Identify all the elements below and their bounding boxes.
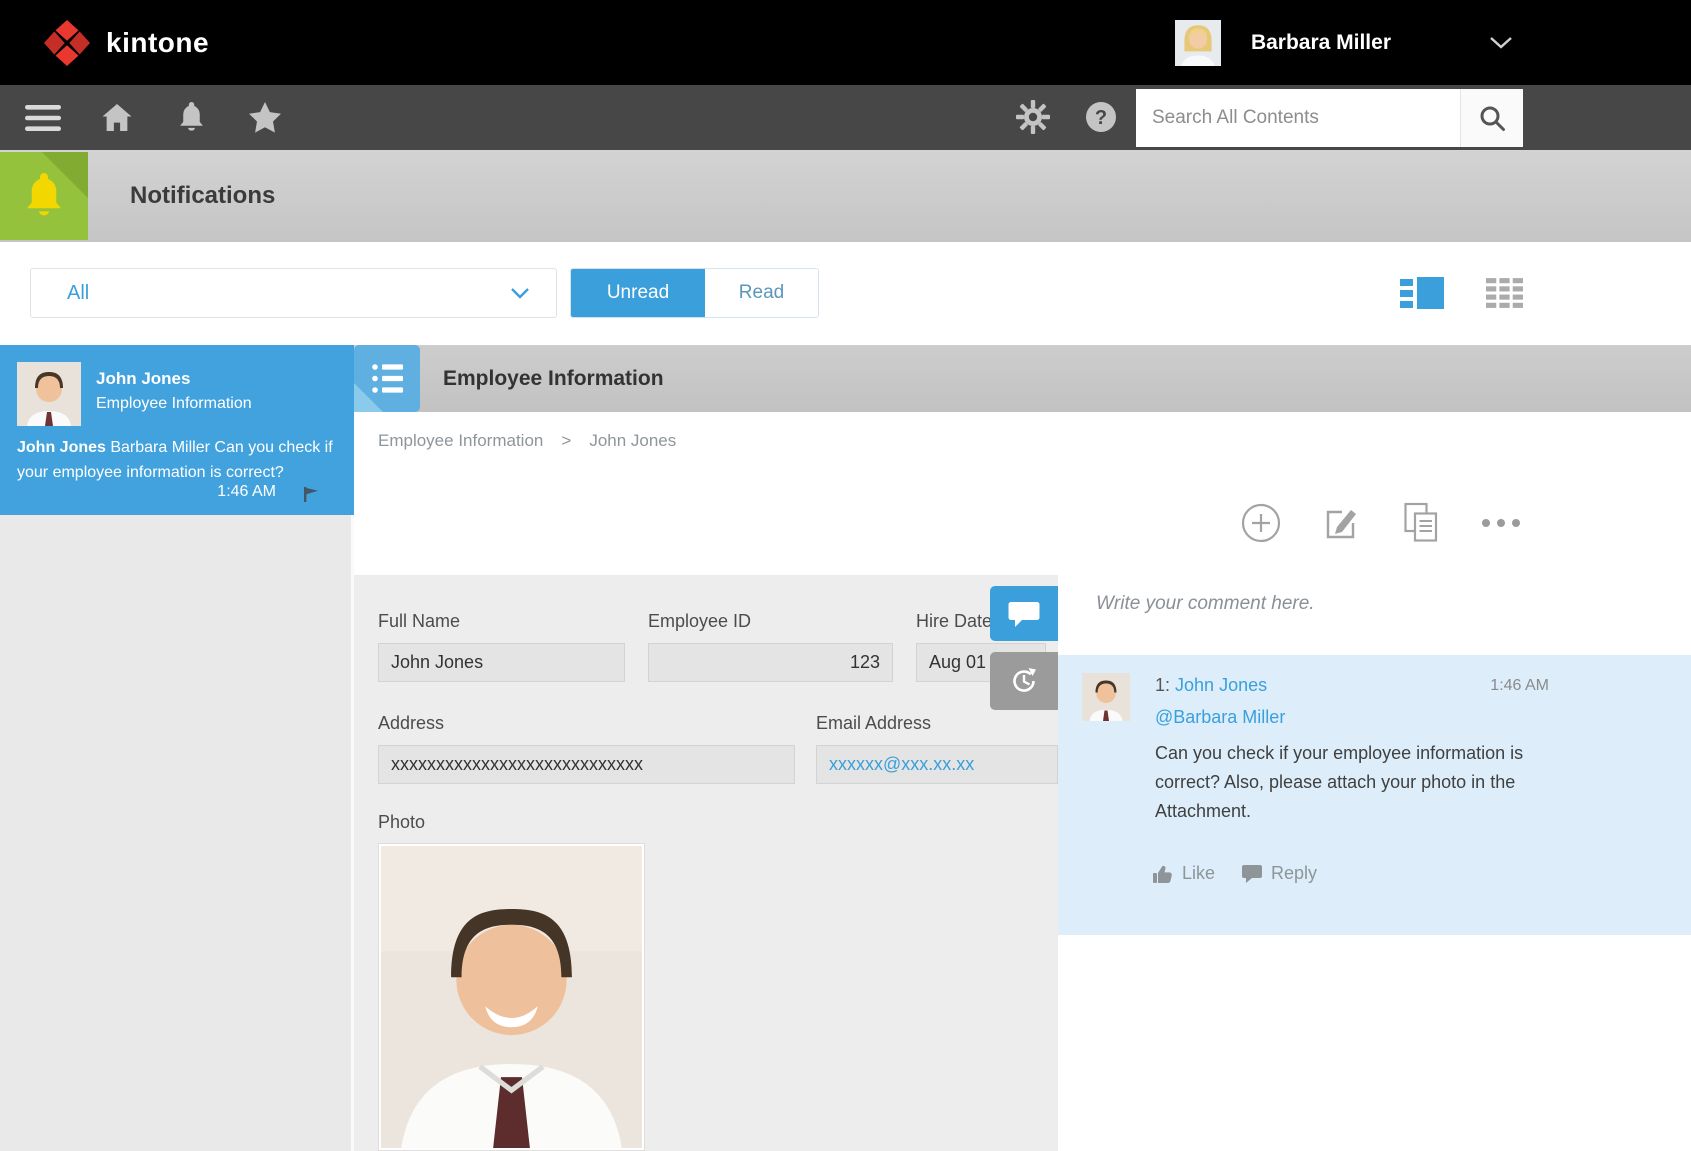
home-icon[interactable] [96, 97, 138, 139]
comments-panel: Write your comment here. 1: John [1058, 575, 1691, 1151]
flag-icon[interactable] [302, 486, 320, 503]
copy-record-icon[interactable] [1399, 501, 1443, 545]
record-form: Full Name John Jones Employee ID 123 Hir… [354, 575, 1058, 1151]
app-list-icon[interactable] [354, 345, 420, 412]
comment-input-placeholder[interactable]: Write your comment here. [1096, 593, 1315, 615]
tile-fold [42, 152, 88, 198]
record-app-bar: Employee Information [354, 345, 1691, 412]
notification-app-name: Employee Information [96, 395, 252, 413]
hire-date-label: Hire Date [916, 611, 992, 632]
record-toolbar-icons [1239, 470, 1523, 575]
breadcrumb-record: John Jones [589, 431, 676, 451]
comment-body: Can you check if your employee informati… [1155, 739, 1550, 826]
history-tab[interactable] [990, 652, 1058, 710]
history-icon [1008, 665, 1040, 697]
search-input[interactable] [1136, 89, 1460, 147]
comment-bubble-icon [1008, 600, 1040, 628]
notifications-bell-icon[interactable] [170, 97, 212, 139]
email-label: Email Address [816, 713, 931, 734]
favorites-star-icon[interactable] [244, 97, 286, 139]
employee-id-value: 123 [648, 643, 893, 682]
comment-author-avatar [1082, 673, 1130, 721]
more-options-icon[interactable] [1479, 501, 1523, 545]
email-field: xxxxxx@xxx.xx.xx [816, 745, 1058, 784]
filter-bar: All Unread Read [0, 242, 1691, 345]
photo-label: Photo [378, 812, 425, 833]
comments-tab[interactable] [990, 586, 1058, 641]
user-name: Barbara Miller [1251, 31, 1391, 55]
read-state-toggle: Unread Read [570, 268, 819, 318]
comment-item: 1: John Jones 1:46 AM @Barbara Miller Ca… [1058, 655, 1691, 935]
help-icon[interactable]: ? [1085, 101, 1117, 138]
split-view-icon[interactable] [1400, 275, 1444, 311]
comment-index: 1: [1155, 675, 1170, 695]
full-name-label: Full Name [378, 611, 460, 632]
svg-text:?: ? [1095, 107, 1107, 129]
view-toggles [1400, 268, 1523, 318]
record-body: Full Name John Jones Employee ID 123 Hir… [354, 575, 1691, 1151]
breadcrumb-app-link[interactable]: Employee Information [378, 431, 543, 451]
like-label: Like [1182, 863, 1215, 884]
address-value: xxxxxxxxxxxxxxxxxxxxxxxxxxxx [378, 745, 795, 784]
notification-preview-sender: John Jones [17, 439, 106, 456]
comment-author-link[interactable]: John Jones [1175, 675, 1267, 695]
reply-label: Reply [1271, 863, 1317, 884]
add-record-icon[interactable] [1239, 501, 1283, 545]
comment-actions: Like Reply [1152, 863, 1317, 884]
global-search [1136, 89, 1523, 147]
email-link[interactable]: xxxxxx@xxx.xx.xx [829, 754, 974, 775]
search-icon [1478, 104, 1506, 132]
scope-select[interactable]: All [30, 268, 557, 318]
notification-item-selected[interactable]: John Jones Employee Information John Jon… [0, 345, 354, 515]
thumbs-up-icon [1152, 864, 1174, 884]
record-app-title: Employee Information [443, 345, 664, 412]
grid-view-icon[interactable] [1486, 278, 1523, 308]
gear-icon[interactable] [1016, 100, 1050, 139]
user-avatar-image [1175, 20, 1221, 66]
page-title: Notifications [130, 150, 275, 242]
comment-header: 1: John Jones [1155, 675, 1267, 696]
read-button[interactable]: Read [705, 269, 818, 317]
chevron-down-icon [1489, 36, 1513, 50]
comment-mention-link[interactable]: @Barbara Miller [1155, 707, 1285, 728]
notification-list-empty-area [0, 515, 354, 1151]
unread-button[interactable]: Unread [571, 269, 705, 317]
top-bar: kintone Barbara Miller [0, 0, 1691, 85]
reply-button[interactable]: Reply [1241, 863, 1317, 884]
sender-avatar [17, 362, 81, 426]
like-button[interactable]: Like [1152, 863, 1215, 884]
user-avatar [1175, 20, 1221, 66]
reply-bubble-icon [1241, 864, 1263, 883]
notification-sender: John Jones [96, 369, 190, 389]
kintone-home-link[interactable]: kintone [44, 20, 209, 66]
notification-list-panel: John Jones Employee Information John Jon… [0, 345, 354, 1151]
scope-selected-value: All [67, 282, 510, 305]
employee-photo [378, 843, 645, 1151]
search-button[interactable] [1460, 89, 1523, 147]
record-detail-area: Employee Information Employee Informatio… [354, 345, 1691, 1151]
full-name-value: John Jones [378, 643, 625, 682]
user-menu[interactable]: Barbara Miller [1175, 0, 1691, 85]
global-nav: ? [0, 85, 1691, 150]
breadcrumb: Employee Information > John Jones [354, 412, 1691, 470]
record-toolbar [354, 470, 1691, 575]
employee-id-label: Employee ID [648, 611, 751, 632]
comment-time: 1:46 AM [1490, 677, 1549, 695]
notifications-tile [0, 152, 88, 240]
chevron-down-icon [510, 287, 530, 299]
kintone-window: kintone Barbara Miller [0, 0, 1691, 1151]
hamburger-menu-icon[interactable] [22, 97, 64, 139]
notification-time: 1:46 AM [217, 483, 276, 501]
edit-record-icon[interactable] [1319, 501, 1363, 545]
brand-name: kintone [106, 27, 209, 59]
breadcrumb-separator: > [561, 431, 571, 451]
address-label: Address [378, 713, 444, 734]
kintone-logo-icon [44, 20, 90, 66]
page-header-bar: Notifications [0, 150, 1691, 242]
notification-preview: John Jones Barbara Miller Can you check … [17, 435, 339, 485]
global-nav-left [22, 85, 286, 150]
